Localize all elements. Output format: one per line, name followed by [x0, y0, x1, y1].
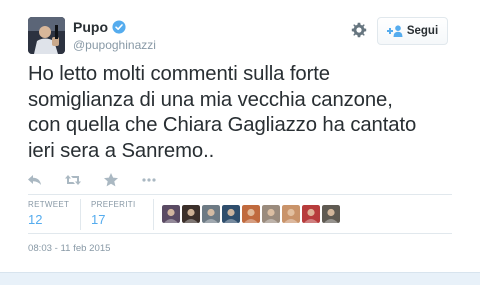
divider [28, 194, 452, 195]
tweet-text-line: ieri sera a Sanremo.. [28, 139, 215, 162]
star-icon[interactable] [103, 172, 119, 188]
favoriter-avatar[interactable] [222, 205, 240, 223]
tweet-timestamp[interactable]: 08:03 - 11 feb 2015 [28, 243, 111, 254]
display-name[interactable]: Pupo [73, 19, 108, 35]
add-user-icon [386, 25, 403, 37]
favorites-count[interactable]: 17 [91, 212, 135, 227]
favoriter-avatar[interactable] [242, 205, 260, 223]
favoriter-avatar[interactable] [202, 205, 220, 223]
retweet-stat-label: RETWEET [28, 200, 70, 209]
follow-label: Segui [406, 25, 439, 37]
tweet-actions [27, 172, 179, 188]
gear-icon[interactable] [351, 22, 367, 38]
name-row: Pupo [73, 19, 126, 35]
tweet-text: Ho letto molti commenti sulla forte somi… [28, 62, 468, 164]
favorites-stat[interactable]: PREFERITI 17 [91, 200, 135, 227]
favoriter-avatar[interactable] [162, 205, 180, 223]
favoriter-avatar[interactable] [182, 205, 200, 223]
retweet-icon[interactable] [65, 172, 81, 188]
tweet-text-line: con quella che Chiara Gagliazzo ha canta… [28, 114, 417, 136]
favoriter-avatar[interactable] [322, 205, 340, 223]
timeline-footer [0, 272, 480, 285]
follow-button[interactable]: Segui [377, 17, 448, 45]
favorites-stat-label: PREFERITI [91, 200, 136, 209]
favoriter-avatar[interactable] [302, 205, 320, 223]
tweet-text-line: somiglianza di una mia vecchia canzone, [28, 88, 393, 111]
retweet-count[interactable]: 12 [28, 212, 69, 227]
favoriter-avatar[interactable] [282, 205, 300, 223]
more-dots-icon[interactable] [141, 172, 157, 188]
reply-icon[interactable] [27, 172, 43, 188]
verified-check-icon [112, 20, 126, 34]
favoriter-avatars [162, 205, 340, 223]
tweet-card: Pupo @pupoghinazzi Segui Ho letto molti … [0, 0, 480, 272]
avatar[interactable] [28, 17, 65, 54]
user-handle[interactable]: @pupoghinazzi [73, 38, 156, 52]
retweet-stat[interactable]: RETWEET 12 [28, 200, 69, 227]
divider [28, 233, 452, 234]
stat-separator [80, 199, 81, 230]
favoriter-avatar[interactable] [262, 205, 280, 223]
tweet-text-line: Ho letto molti commenti sulla forte [28, 63, 330, 85]
stat-separator [153, 199, 154, 230]
